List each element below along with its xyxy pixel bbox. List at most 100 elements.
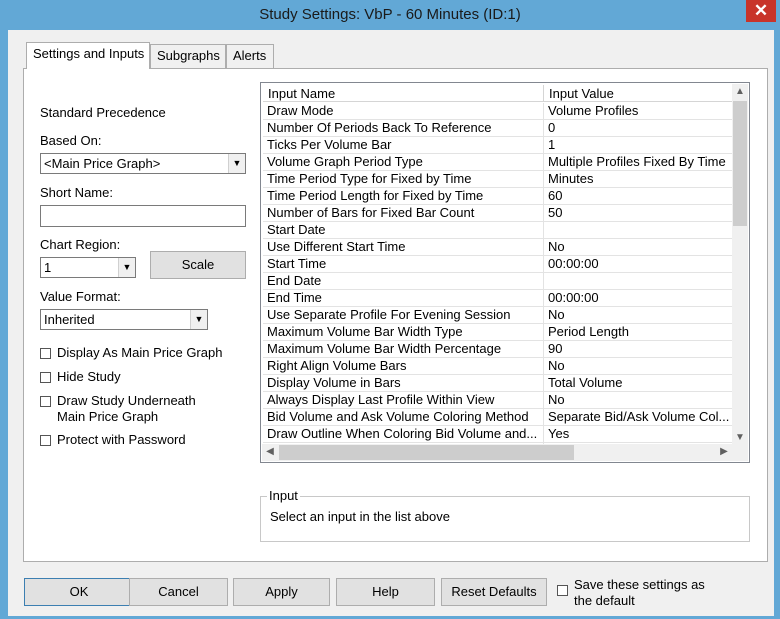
based-on-select[interactable]: <Main Price Graph> ▼ <box>40 153 246 174</box>
table-row[interactable]: Right Align Volume Bars No <box>263 358 733 375</box>
column-header-input-value[interactable]: Input Value <box>544 85 733 102</box>
table-row[interactable]: Start Time 00:00:00 <box>263 256 733 273</box>
input-value-cell[interactable]: Volume Profiles <box>544 103 733 120</box>
hide-study-checkbox[interactable]: Hide Study <box>40 369 121 384</box>
table-row[interactable]: Number Of Periods Back To Reference 0 <box>263 120 733 137</box>
table-row[interactable]: Maximum Volume Bar Width Percentage 90 <box>263 341 733 358</box>
table-row[interactable]: Use Different Start Time No <box>263 239 733 256</box>
table-row[interactable]: Time Period Type for Fixed by Time Minute… <box>263 171 733 188</box>
input-value-cell[interactable]: Total Volume <box>544 375 733 392</box>
input-name-cell[interactable]: Start Time <box>263 256 544 273</box>
vertical-scrollbar[interactable]: ▲ ▼ <box>732 84 748 446</box>
input-value-cell[interactable]: Yes <box>544 426 733 443</box>
cancel-button[interactable]: Cancel <box>129 578 228 606</box>
input-name-cell[interactable]: Bid Volume and Ask Volume Coloring Metho… <box>263 409 544 426</box>
input-name-cell[interactable]: Always Display Last Profile Within View <box>263 392 544 409</box>
table-row[interactable]: End Time 00:00:00 <box>263 290 733 307</box>
input-value-cell[interactable]: No <box>544 307 733 324</box>
protect-with-password-checkbox[interactable]: Protect with Password <box>40 432 186 447</box>
input-value-cell[interactable]: 60 <box>544 188 733 205</box>
save-as-default-checkbox[interactable]: Save these settings as the default <box>557 577 707 609</box>
based-on-value: <Main Price Graph> <box>44 156 161 171</box>
value-format-value: Inherited <box>44 312 95 327</box>
scroll-left-icon[interactable]: ◀ <box>262 444 278 460</box>
input-name-cell[interactable]: End Date <box>263 273 544 290</box>
horizontal-scrollbar[interactable]: ◀ ▶ <box>262 444 732 461</box>
input-value-cell[interactable]: 1 <box>544 137 733 154</box>
tab-subgraphs[interactable]: Subgraphs <box>150 44 226 68</box>
input-name-cell[interactable]: End Time <box>263 290 544 307</box>
input-value-cell[interactable]: No <box>544 392 733 409</box>
table-row[interactable]: Start Date <box>263 222 733 239</box>
table-row[interactable]: Display Volume in Bars Total Volume <box>263 375 733 392</box>
input-name-cell[interactable]: Ticks Per Volume Bar <box>263 137 544 154</box>
checkbox-box[interactable] <box>40 348 51 359</box>
ok-button[interactable]: OK <box>24 578 134 606</box>
scroll-up-icon[interactable]: ▲ <box>732 84 748 100</box>
scroll-right-icon[interactable]: ▶ <box>716 444 732 460</box>
input-name-cell[interactable]: Start Date <box>263 222 544 239</box>
table-row[interactable]: Ticks Per Volume Bar 1 <box>263 137 733 154</box>
input-value-cell[interactable]: Minutes <box>544 171 733 188</box>
input-name-cell[interactable]: Volume Graph Period Type <box>263 154 544 171</box>
input-value-cell[interactable]: No <box>544 358 733 375</box>
input-name-cell[interactable]: Maximum Volume Bar Width Type <box>263 324 544 341</box>
value-format-select[interactable]: Inherited ▼ <box>40 309 208 330</box>
vertical-scroll-thumb[interactable] <box>733 101 747 226</box>
table-row[interactable]: Always Display Last Profile Within View N… <box>263 392 733 409</box>
table-row[interactable]: Number of Bars for Fixed Bar Count 50 <box>263 205 733 222</box>
table-row[interactable]: Maximum Volume Bar Width Type Period Leng… <box>263 324 733 341</box>
checkbox-box[interactable] <box>40 396 51 407</box>
table-row[interactable]: Bid Volume and Ask Volume Coloring Metho… <box>263 409 733 426</box>
input-name-cell[interactable]: Number of Bars for Fixed Bar Count <box>263 205 544 222</box>
input-value-cell[interactable]: 00:00:00 <box>544 256 733 273</box>
table-row[interactable]: Draw Mode Volume Profiles <box>263 103 733 120</box>
input-value-cell[interactable]: 90 <box>544 341 733 358</box>
input-description-group: Input Select an input in the list above <box>260 488 750 542</box>
checkbox-box[interactable] <box>557 585 568 596</box>
table-row[interactable]: Draw Outline When Coloring Bid Volume an… <box>263 426 733 443</box>
input-name-cell[interactable]: Time Period Length for Fixed by Time <box>263 188 544 205</box>
input-name-cell[interactable]: Right Align Volume Bars <box>263 358 544 375</box>
input-value-cell[interactable]: Period Length <box>544 324 733 341</box>
table-row[interactable]: Time Period Length for Fixed by Time 60 <box>263 188 733 205</box>
input-name-cell[interactable]: Display Volume in Bars <box>263 375 544 392</box>
input-name-cell[interactable]: Draw Outline When Coloring Bid Volume an… <box>263 426 544 443</box>
input-name-cell[interactable]: Draw Mode <box>263 103 544 120</box>
inputs-grid: Input Name Input Value Draw Mode Volume P… <box>260 82 750 463</box>
close-icon[interactable]: ✕ <box>746 0 776 22</box>
apply-button[interactable]: Apply <box>233 578 330 606</box>
chart-region-select[interactable]: 1 ▼ <box>40 257 136 278</box>
column-header-input-name[interactable]: Input Name <box>263 85 544 102</box>
table-row[interactable]: Volume Graph Period Type Multiple Profile… <box>263 154 733 171</box>
draw-study-underneath-checkbox[interactable]: Draw Study Underneath Main Price Graph <box>40 393 220 425</box>
input-name-cell[interactable]: Time Period Type for Fixed by Time <box>263 171 544 188</box>
input-value-cell[interactable] <box>544 273 733 290</box>
checkbox-box[interactable] <box>40 435 51 446</box>
input-value-cell[interactable]: 50 <box>544 205 733 222</box>
title-bar: Study Settings: VbP - 60 Minutes (ID:1) … <box>0 0 780 30</box>
help-button[interactable]: Help <box>336 578 435 606</box>
checkbox-label: Draw Study Underneath Main Price Graph <box>57 393 196 424</box>
short-name-input[interactable] <box>40 205 246 227</box>
horizontal-scroll-thumb[interactable] <box>279 445 574 460</box>
tab-settings-and-inputs[interactable]: Settings and Inputs <box>26 42 150 69</box>
input-value-cell[interactable]: Separate Bid/Ask Volume Col... <box>544 409 733 426</box>
input-name-cell[interactable]: Number Of Periods Back To Reference <box>263 120 544 137</box>
scale-button[interactable]: Scale <box>150 251 246 279</box>
reset-defaults-button[interactable]: Reset Defaults <box>441 578 547 606</box>
input-value-cell[interactable]: Multiple Profiles Fixed By Time <box>544 154 733 171</box>
input-name-cell[interactable]: Use Separate Profile For Evening Session <box>263 307 544 324</box>
input-value-cell[interactable]: 00:00:00 <box>544 290 733 307</box>
input-value-cell[interactable]: No <box>544 239 733 256</box>
input-name-cell[interactable]: Use Different Start Time <box>263 239 544 256</box>
input-name-cell[interactable]: Maximum Volume Bar Width Percentage <box>263 341 544 358</box>
input-value-cell[interactable] <box>544 222 733 239</box>
grid-rows: Draw Mode Volume Profiles Number Of Period… <box>263 103 733 460</box>
table-row[interactable]: End Date <box>263 273 733 290</box>
checkbox-box[interactable] <box>40 372 51 383</box>
input-value-cell[interactable]: 0 <box>544 120 733 137</box>
tab-alerts[interactable]: Alerts <box>226 44 274 68</box>
display-as-main-price-graph-checkbox[interactable]: Display As Main Price Graph <box>40 345 222 360</box>
table-row[interactable]: Use Separate Profile For Evening Session… <box>263 307 733 324</box>
